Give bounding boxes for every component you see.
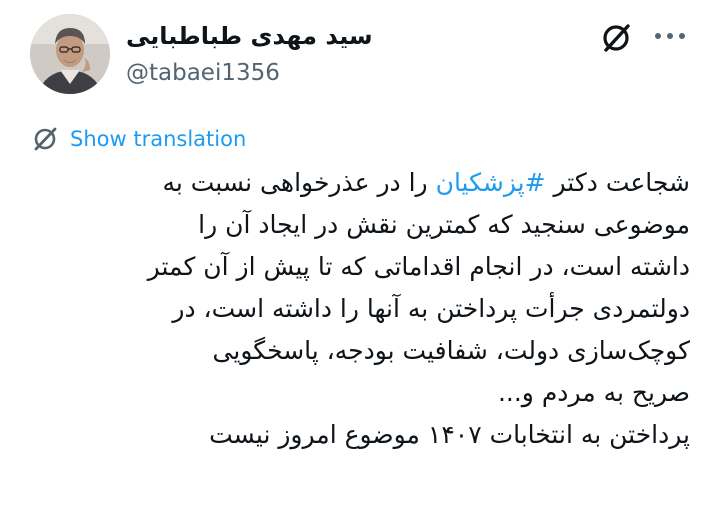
tweet-line: دولتمردی جرأت پرداختن به آنها را داشته ا…	[172, 294, 690, 323]
avatar[interactable]	[30, 14, 110, 94]
hashtag-link[interactable]: #پزشکیان	[436, 168, 546, 197]
tweet-text-segment: شجاعت دکتر	[545, 168, 691, 197]
tweet-line: داشته است، در انجام اقداماتی که تا پیش ا…	[147, 252, 690, 281]
avatar-image	[30, 14, 110, 94]
more-icon[interactable]	[650, 22, 690, 50]
show-translation-button[interactable]: Show translation	[30, 124, 246, 154]
tweet-line: موضوعی سنجید که کمترین نقش در ایجاد آن ر…	[198, 210, 690, 239]
grok-icon[interactable]	[598, 20, 634, 56]
show-translation-label: Show translation	[70, 127, 247, 151]
tweet-text-segment: را در عذرخواهی نسبت به	[162, 168, 436, 197]
tweet-text: شجاعت دکتر #پزشکیان را در عذرخواهی نسبت …	[40, 162, 690, 456]
translate-icon	[34, 127, 57, 151]
tweet-line: شجاعت دکتر #پزشکیان را در عذرخواهی نسبت …	[40, 162, 690, 204]
tweet-line: صریح به مردم و...	[497, 378, 690, 407]
tweet-line: کوچک‌سازی دولت، شفافیت بودجه، پاسخگویی	[212, 336, 690, 365]
author-handle[interactable]: @tabaei1356	[126, 60, 280, 86]
author-name[interactable]: سید مهدی طباطبایی	[126, 22, 373, 50]
tweet-line: پرداختن به انتخابات ۱۴۰۷ موضوع امروز نیس…	[209, 420, 690, 449]
